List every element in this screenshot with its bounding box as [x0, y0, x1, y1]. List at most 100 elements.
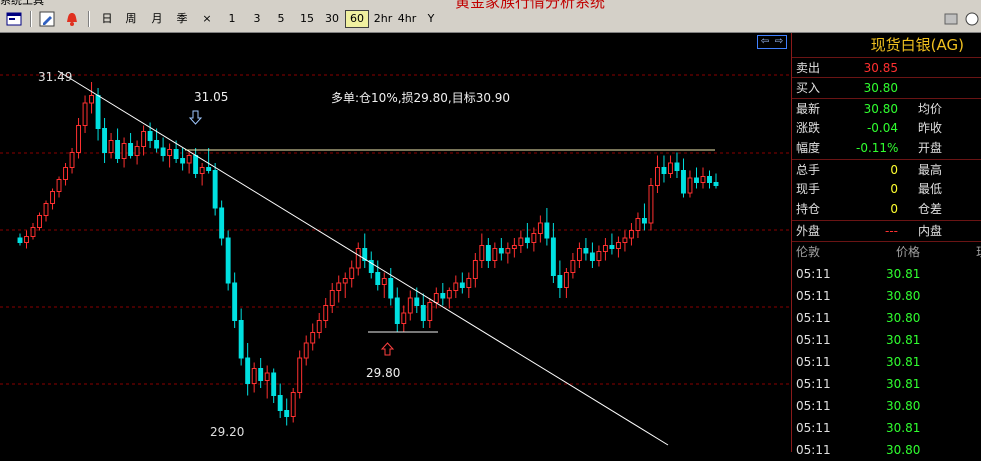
tick-time: 05:11	[796, 333, 831, 347]
candle-body	[336, 282, 342, 291]
candle-body	[37, 215, 42, 228]
high-label: 最高	[918, 163, 943, 177]
candle-body	[615, 242, 621, 249]
tick-price: 30.80	[886, 443, 921, 457]
candle-body	[420, 305, 426, 321]
candle-body	[492, 248, 498, 261]
tick-row: 05:11 30.81	[792, 329, 981, 351]
period-15min-button[interactable]: 15	[297, 10, 317, 28]
buy-value: 30.80	[863, 81, 898, 95]
total-row: 总手 0 最高	[792, 159, 981, 179]
candle-body	[537, 222, 543, 234]
tick-time: 05:11	[796, 399, 831, 413]
candle-body	[251, 368, 257, 384]
settings-icon[interactable]	[944, 11, 958, 27]
candle-body	[89, 95, 95, 104]
candle-body	[63, 167, 68, 180]
candle-body	[258, 368, 264, 381]
candle-body	[635, 218, 641, 231]
candle-body	[355, 248, 361, 269]
candle-body	[316, 320, 322, 333]
buy-label: 买入	[796, 81, 821, 95]
period-3min-button[interactable]: 3	[250, 10, 264, 28]
tick-time: 05:11	[796, 443, 831, 457]
scroll-right-icon[interactable]: ⇨	[772, 36, 786, 48]
candle-body	[82, 102, 88, 126]
inner-label: 内盘	[918, 224, 943, 238]
tick-price: 30.80	[886, 289, 921, 303]
candle-body	[589, 252, 595, 261]
volume-column-header: 现	[976, 242, 981, 262]
period-month-button[interactable]: 月	[148, 10, 166, 28]
candle-body	[277, 395, 283, 411]
change-value: -0.04	[866, 121, 898, 135]
symbol-title: 现货白银(AG)	[870, 36, 964, 54]
alarm-bell-icon[interactable]	[64, 11, 80, 27]
candle-body	[95, 95, 101, 129]
candle-body	[290, 392, 296, 417]
globe-icon[interactable]	[964, 11, 980, 27]
latest-label: 最新	[796, 102, 821, 116]
period-week-button[interactable]: 周	[122, 10, 140, 28]
kline-chart-svg: 31.49 29.20 31.05 29.80 多单:仓10%,损29.80,目…	[0, 70, 790, 446]
period-5min-button[interactable]: 5	[274, 10, 288, 28]
candle-body	[557, 275, 563, 288]
candle-body	[707, 176, 712, 183]
candle-body	[674, 162, 680, 171]
price-column-header: 价格	[896, 245, 921, 259]
kline-chart[interactable]: 31.49 29.20 31.05 29.80 多单:仓10%,损29.80,目…	[0, 33, 790, 452]
candle-body	[570, 260, 576, 273]
candle-body	[563, 272, 569, 288]
candle-body	[284, 410, 290, 417]
candle-body	[518, 237, 524, 246]
candle-body	[147, 131, 153, 141]
candle-body	[687, 177, 693, 194]
candle-body	[102, 128, 108, 153]
amplitude-label: 幅度	[796, 141, 821, 155]
scroll-left-icon[interactable]: ⇦	[758, 36, 772, 48]
candle-body	[310, 332, 316, 344]
period-day-button[interactable]: 日	[98, 10, 116, 28]
candle-body	[154, 140, 160, 149]
tick-row: 05:11 30.80	[792, 395, 981, 417]
close-button[interactable]: ×	[200, 10, 214, 28]
buy-row: 买入 30.80	[792, 77, 981, 97]
total-label: 总手	[796, 163, 821, 177]
avg-label: 均价	[918, 102, 943, 116]
tick-price: 30.81	[886, 377, 921, 391]
candle-body	[511, 245, 517, 249]
tick-row: 05:11 30.80	[792, 285, 981, 307]
sell-value: 30.85	[863, 61, 898, 75]
candle-body	[56, 179, 62, 192]
period-quarter-button[interactable]: 季	[173, 10, 191, 28]
tick-row: 05:11 30.80	[792, 307, 981, 329]
total-value: 0	[890, 163, 898, 177]
tick-price: 30.81	[886, 421, 921, 435]
candle-body	[498, 248, 504, 254]
tick-row: 05:11 30.81	[792, 351, 981, 373]
candle-body	[583, 248, 589, 254]
period-60min-button[interactable]: 60	[345, 10, 369, 28]
tick-row: 05:11 30.80	[792, 439, 981, 461]
candle-body	[43, 203, 49, 216]
downtrend-line	[57, 70, 669, 446]
period-year-button[interactable]: Y	[425, 10, 437, 28]
software-watermark-title: 黄金家族行情分析系统	[455, 0, 606, 11]
time-column-header: 伦敦	[796, 245, 821, 259]
candle-body	[245, 357, 251, 384]
candle-body	[694, 177, 699, 183]
period-30min-button[interactable]: 30	[322, 10, 342, 28]
candle-body	[199, 167, 205, 174]
current-label: 现手	[796, 182, 821, 196]
period-2hr-button[interactable]: 2hr	[372, 10, 394, 28]
window-icon[interactable]	[6, 11, 22, 27]
candle-body	[524, 237, 530, 243]
candle-body	[550, 237, 556, 276]
candle-body	[648, 185, 654, 224]
period-1min-button[interactable]: 1	[225, 10, 239, 28]
period-4hr-button[interactable]: 4hr	[396, 10, 418, 28]
candle-body	[271, 372, 277, 396]
chart-grid	[0, 74, 790, 385]
pencil-icon[interactable]	[39, 11, 55, 27]
candle-body	[167, 149, 173, 156]
